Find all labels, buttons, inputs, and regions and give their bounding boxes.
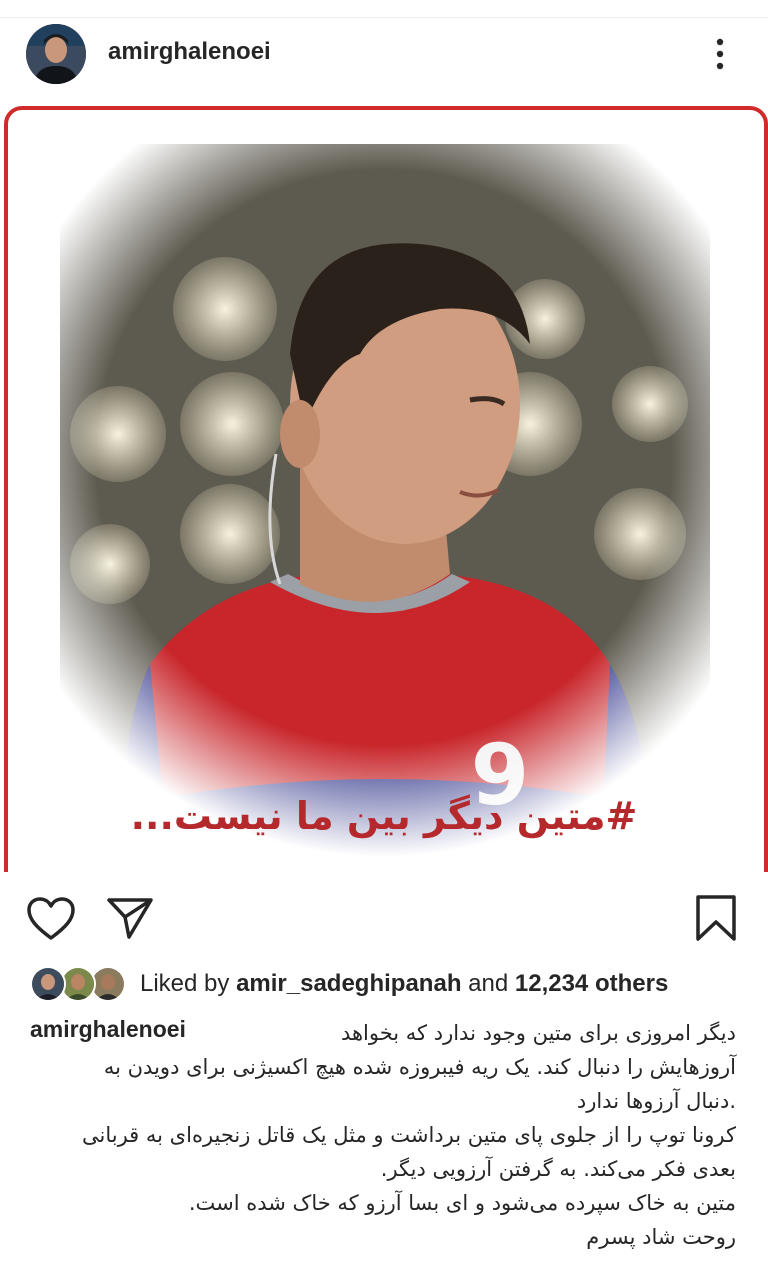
heart-outline-icon[interactable] <box>26 896 76 942</box>
caption-line: کرونا توپ را از جلوی پای متین برداشت و م… <box>82 1123 736 1147</box>
likes-summary[interactable]: Liked by amir_sadeghipanah and 12,234 ot… <box>140 970 668 998</box>
status-bar-edge <box>0 0 768 18</box>
caption-line: متین به خاک سپرده می‌شود و ای بسا آرزو ک… <box>188 1191 736 1215</box>
red-frame <box>4 106 768 872</box>
post-header: amirghalenoei <box>0 18 768 104</box>
paper-plane-icon[interactable] <box>106 896 154 940</box>
caption-line: روحت شاد پسرم <box>586 1225 736 1249</box>
liker-username[interactable]: amir_sadeghipanah <box>236 970 461 997</box>
post-media[interactable]: 9 #متین دیگر بین ما نیست... <box>0 104 768 872</box>
liker-avatar <box>30 966 66 1002</box>
caption-line: آروزهایش را دنبال کند. یک ریه فیبروزه شد… <box>103 1055 736 1079</box>
bookmark-icon[interactable] <box>694 894 738 942</box>
post-caption: دیگر امروزی برای متین وجود ندارد که بخوا… <box>24 1016 736 1254</box>
liker-avatars[interactable] <box>30 966 130 1004</box>
likes-prefix: Liked by <box>140 970 230 997</box>
caption-line: دیگر امروزی برای متین وجود ندارد که بخوا… <box>340 1021 736 1045</box>
likes-connector: and <box>468 970 509 997</box>
author-avatar[interactable] <box>26 24 86 84</box>
action-bar <box>0 872 768 962</box>
caption-line: بعدی فکر می‌کند. به گرفتن آرزویی دیگر. <box>380 1157 736 1181</box>
author-username[interactable]: amirghalenoei <box>108 38 271 66</box>
likes-others-count[interactable]: 12,234 others <box>515 970 668 997</box>
media-caption: #متین دیگر بین ما نیست... <box>130 794 638 838</box>
likes-row: Liked by amir_sadeghipanah and 12,234 ot… <box>0 962 768 1008</box>
vertical-dots-icon[interactable] <box>708 34 732 74</box>
caption-line: .دنبال آرزوها ندارد <box>576 1089 736 1113</box>
